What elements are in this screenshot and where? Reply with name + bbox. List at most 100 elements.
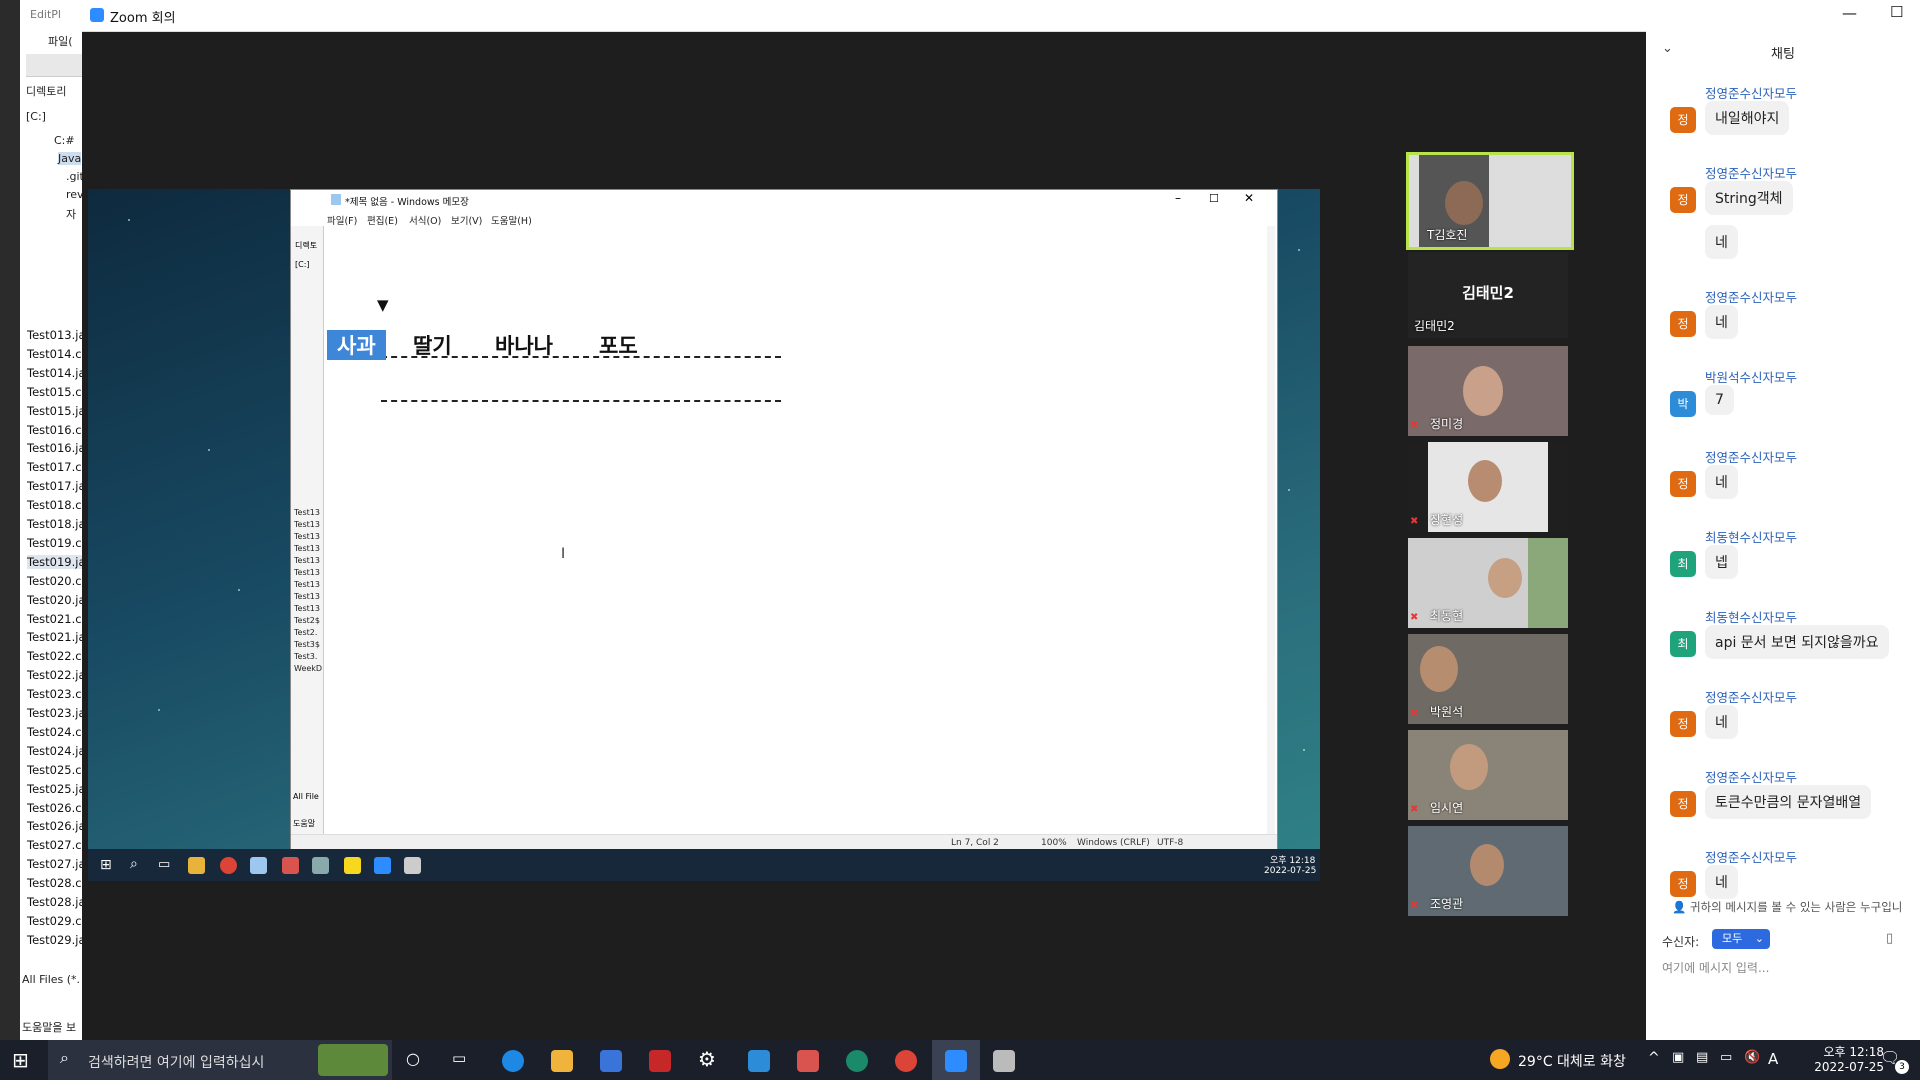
file-item[interactable]: Test026.cl	[27, 801, 82, 815]
file-item[interactable]: Test021.cl	[27, 612, 82, 626]
explorer-icon[interactable]	[188, 857, 205, 874]
file-item[interactable]: Test015.ja	[27, 404, 82, 418]
mcafee-icon[interactable]	[649, 1050, 671, 1072]
folder-item[interactable]: C:#	[54, 134, 75, 147]
settings-gear-icon[interactable]: ⚙	[698, 1047, 716, 1071]
file-item[interactable]: Test020.ja	[27, 593, 82, 607]
chrome-taskbar-icon[interactable]	[895, 1050, 917, 1072]
participant-tile[interactable]: ✖ 최동현	[1408, 538, 1568, 628]
file-item[interactable]: Test014.ja	[27, 366, 82, 380]
participant-tile-active[interactable]: T김호진	[1406, 152, 1574, 250]
notepad-maximize-icon[interactable]: ☐	[1209, 192, 1219, 205]
maximize-icon[interactable]: ☐	[1890, 3, 1903, 21]
participant-tile[interactable]: ✖ 박원석	[1408, 634, 1568, 724]
file-item[interactable]: Test025.ja	[27, 782, 82, 796]
menu-file[interactable]: 파일(F)	[327, 213, 357, 227]
file-item[interactable]: Test026.ja	[27, 819, 82, 833]
folder-item[interactable]: 자	[66, 206, 76, 222]
weather-text[interactable]: 29°C 대체로 화창	[1518, 1051, 1626, 1071]
participant-tile[interactable]: ✖ 정미경	[1408, 346, 1568, 436]
editplus-taskbar-icon[interactable]	[797, 1050, 819, 1072]
file-item[interactable]: Test029.cl	[27, 914, 82, 928]
file-item[interactable]: Test020.cl	[27, 574, 82, 588]
taskbar-clock[interactable]: 오후 12:18 2022-07-25	[1794, 1043, 1884, 1074]
tray-display-icon[interactable]: ▭	[1720, 1050, 1732, 1065]
participant-tile[interactable]: ✖ 임시연	[1408, 730, 1568, 820]
file-item[interactable]: Test019.cl	[27, 536, 82, 550]
notepad-taskbar-icon[interactable]	[250, 857, 267, 874]
zoom-taskbar-icon[interactable]	[374, 857, 391, 874]
notepad-close-icon[interactable]: ✕	[1244, 191, 1254, 205]
tray-chevron-icon[interactable]: ^	[1648, 1050, 1660, 1066]
visibility-note[interactable]: 👤 귀하의 메시지를 볼 수 있는 사람은 누구입니	[1672, 899, 1902, 915]
file-item[interactable]: Test019.ja	[27, 554, 82, 569]
file-item[interactable]: Test027.ja	[27, 857, 82, 871]
file-item[interactable]: Test028.cl	[27, 876, 82, 890]
vertical-scrollbar[interactable]	[1267, 226, 1275, 834]
chrome-icon[interactable]	[220, 857, 237, 874]
taskbar-search-box[interactable]: ⌕ 검색하려면 여기에 입력하십시	[48, 1040, 392, 1080]
task-view-icon[interactable]: ▭	[452, 1049, 466, 1067]
file-item[interactable]: Test027.cl	[27, 838, 82, 852]
file-item[interactable]: Test015.cl	[27, 385, 82, 399]
file-explorer-icon[interactable]	[551, 1050, 573, 1072]
file-item[interactable]: Test014.cl	[27, 347, 82, 361]
file-item[interactable]: Test018.cl	[27, 498, 82, 512]
cortana-icon[interactable]: ○	[406, 1049, 420, 1068]
windows-start-icon[interactable]: ⊞	[12, 1048, 29, 1072]
kakaotalk-icon[interactable]	[344, 857, 361, 874]
participant-tile-no-video[interactable]: 김태민2 김태민2	[1408, 252, 1568, 338]
participant-tile[interactable]: ✖ 장현성	[1408, 442, 1568, 532]
store-icon[interactable]	[600, 1050, 622, 1072]
menu-view[interactable]: 보기(V)	[451, 213, 482, 227]
ime-indicator[interactable]: A	[1768, 1050, 1778, 1068]
file-item[interactable]: Test025.cl	[27, 763, 82, 777]
editplus-icon[interactable]	[282, 857, 299, 874]
menu-help[interactable]: 도움말(H)	[491, 213, 532, 227]
file-item[interactable]: Test023.cl	[27, 687, 82, 701]
file-item[interactable]: Test028.ja	[27, 895, 82, 909]
file-item[interactable]: Test029.ja	[27, 933, 82, 947]
speaker-muted-icon[interactable]: 🔇	[1744, 1050, 1760, 1065]
recipient-dropdown[interactable]: 모두 ⌄	[1712, 929, 1770, 949]
minimize-icon[interactable]: —	[1842, 4, 1857, 22]
folder-item[interactable]: rev	[66, 188, 82, 201]
drive-select[interactable]: [C:]	[26, 110, 46, 123]
file-item[interactable]: Test017.cl	[27, 460, 82, 474]
search-icon[interactable]: ⌕	[130, 856, 138, 872]
participant-tile[interactable]: ✖ 조영관	[1408, 826, 1568, 916]
folder-item[interactable]: .git	[66, 170, 82, 183]
message-input[interactable]: 여기에 메시지 입력...	[1662, 959, 1912, 976]
app-icon[interactable]	[846, 1050, 868, 1072]
app-icon[interactable]	[993, 1050, 1015, 1072]
task-view-icon[interactable]: ▭	[158, 857, 170, 872]
menu-edit[interactable]: 편집(E)	[367, 213, 398, 227]
file-item[interactable]: Test016.cl	[27, 423, 82, 437]
menu-format[interactable]: 서식(O)	[409, 213, 441, 227]
file-item[interactable]: Test024.cl	[27, 725, 82, 739]
tray-network-icon[interactable]: ▤	[1696, 1050, 1708, 1065]
file-filter[interactable]: All Files (*.	[22, 973, 80, 986]
notepad-minimize-icon[interactable]: –	[1175, 191, 1181, 205]
app-icon[interactable]	[312, 857, 329, 874]
app-icon[interactable]	[404, 857, 421, 874]
file-item[interactable]: Test022.cl	[27, 649, 82, 663]
file-item[interactable]: Test016.ja	[27, 441, 82, 455]
file-item[interactable]: Test021.ja	[27, 630, 82, 644]
notepad-text-area[interactable]: ▼ 사과 딸기 바나나 포도 I	[327, 226, 1275, 834]
file-item[interactable]: Test023.ja	[27, 706, 82, 720]
editplus-menu-file[interactable]: 파일(	[48, 33, 73, 49]
tray-device-icon[interactable]: ▣	[1672, 1050, 1684, 1065]
mail-icon[interactable]	[748, 1050, 770, 1072]
edge-icon[interactable]	[502, 1050, 524, 1072]
file-item[interactable]: Test022.ja	[27, 668, 82, 682]
file-icon[interactable]: ▯	[1886, 931, 1893, 946]
weather-sun-icon[interactable]	[1490, 1049, 1510, 1069]
file-item[interactable]: Test018.ja	[27, 517, 82, 531]
zoom-active-button[interactable]	[932, 1040, 980, 1080]
start-icon[interactable]: ⊞	[100, 857, 112, 873]
file-item[interactable]: Test013.ja	[27, 328, 82, 342]
file-item[interactable]: Test017.ja	[27, 479, 82, 493]
file-item[interactable]: Test024.ja	[27, 744, 82, 758]
folder-item[interactable]: Java	[58, 152, 82, 165]
